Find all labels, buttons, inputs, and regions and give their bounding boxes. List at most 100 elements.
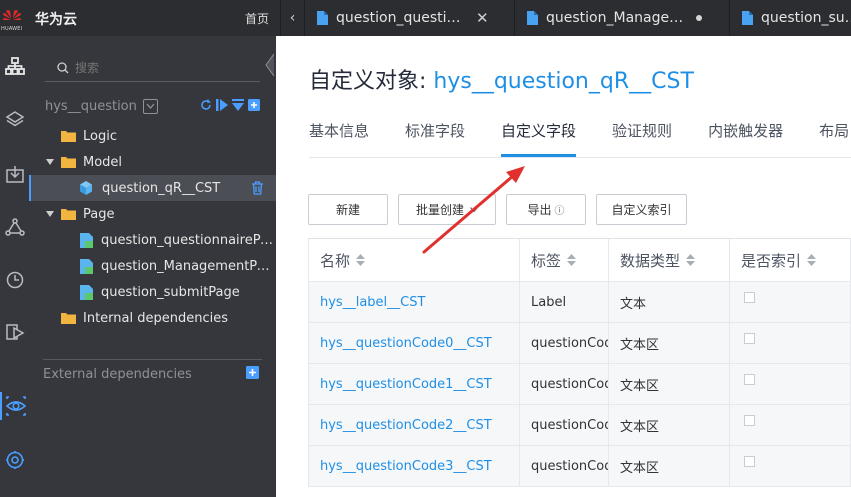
field-name-link[interactable]: hys__questionCode2__CST — [320, 418, 492, 433]
run-icon[interactable] — [216, 99, 228, 111]
tree-item-label: question_questionnairePage — [101, 232, 275, 248]
title-prefix: 自定义对象: — [309, 69, 434, 94]
field-label: questionCode3 — [531, 458, 608, 474]
column-header-label[interactable]: 标签 — [520, 239, 609, 281]
external-dependencies-label: External dependencies — [43, 367, 192, 382]
table-row[interactable]: hys__questionCode0__CST questionCode0 文本… — [308, 323, 851, 364]
field-name-link[interactable]: hys__questionCode1__CST — [320, 377, 492, 392]
button-label: 新建 — [335, 203, 360, 217]
chevron-down-icon[interactable] — [142, 98, 158, 114]
page-title: 自定义对象: hys__question_qR__CST — [309, 63, 694, 95]
filter-icon[interactable] — [232, 99, 244, 111]
project-tools — [200, 99, 260, 111]
close-icon[interactable]: ✕ — [476, 9, 489, 27]
indexed-checkbox[interactable] — [744, 414, 755, 426]
settings-icon[interactable] — [0, 446, 29, 474]
brand[interactable]: HUAWEI 华为云 — [0, 0, 276, 36]
tab-standard-fields[interactable]: 标准字段 — [405, 120, 465, 156]
history-icon[interactable] — [0, 266, 29, 294]
network-icon[interactable] — [0, 214, 29, 242]
preview-icon[interactable] — [0, 392, 29, 420]
tree-item-question-qr-cst[interactable]: question_qR__CST — [29, 175, 276, 201]
indexed-checkbox[interactable] — [744, 373, 755, 385]
field-name-link[interactable]: hys__questionCode3__CST — [320, 459, 492, 474]
tree-item-label: Page — [83, 206, 115, 222]
field-name-link[interactable]: hys__label__CST — [320, 295, 425, 310]
object-tabs: 基本信息 标准字段 自定义字段 验证规则 内嵌触发器 布局 — [309, 120, 851, 158]
indexed-checkbox[interactable] — [744, 455, 755, 467]
tree-item-logic[interactable]: Logic — [29, 123, 276, 149]
tab-label: question_questionnairePage — [336, 10, 464, 26]
button-label: 导出 — [527, 203, 552, 217]
table-row[interactable]: hys__questionCode1__CST questionCode1 文本… — [308, 364, 851, 405]
folder-open-icon — [61, 209, 76, 220]
tab-scroll-left-button[interactable]: ‹ — [280, 0, 304, 36]
project-selector[interactable]: hys__question — [45, 96, 260, 116]
tab-basic-info[interactable]: 基本信息 — [309, 120, 369, 156]
tree-item-model[interactable]: Model — [29, 149, 276, 175]
caret-down-icon[interactable] — [45, 157, 55, 167]
editor-tab-management[interactable]: question_ManagementPage — [514, 0, 729, 36]
new-field-button[interactable]: 新建 — [308, 194, 388, 225]
layers-icon[interactable] — [0, 106, 29, 134]
custom-index-button[interactable]: 自定义索引 — [596, 194, 687, 225]
field-label: Label — [531, 294, 567, 310]
column-header-type[interactable]: 数据类型 — [609, 239, 730, 281]
tab-label: question_ManagementPage — [546, 10, 684, 26]
add-icon[interactable] — [248, 99, 260, 111]
structure-icon[interactable] — [0, 52, 29, 80]
field-type: 文本区 — [620, 378, 660, 394]
trash-icon[interactable] — [251, 181, 264, 195]
download-icon[interactable] — [0, 160, 29, 188]
file-icon — [317, 11, 328, 25]
tree-item-management-page[interactable]: question_ManagementPage — [29, 253, 276, 279]
search-box[interactable] — [45, 54, 260, 82]
table-row[interactable]: hys__questionCode2__CST questionCode2 文本… — [308, 405, 851, 446]
tree-item-submit-page[interactable]: question_submitPage — [29, 279, 276, 305]
field-type: 文本区 — [620, 460, 660, 476]
tree-item-internal-dependencies[interactable]: Internal dependencies — [29, 305, 276, 331]
tab-custom-fields[interactable]: 自定义字段 — [501, 120, 577, 157]
object-cube-icon — [80, 181, 92, 195]
sort-icon[interactable] — [356, 254, 366, 266]
indexed-checkbox[interactable] — [744, 332, 755, 344]
indexed-checkbox[interactable] — [744, 291, 755, 303]
tree-item-label: Internal dependencies — [83, 310, 228, 326]
table-row[interactable]: hys__questionCode3__CST questionCode3 文本… — [308, 446, 851, 487]
search-input[interactable] — [75, 60, 245, 75]
sort-icon[interactable] — [686, 254, 696, 266]
tab-validation-rules[interactable]: 验证规则 — [612, 120, 672, 156]
main-panel: 自定义对象: hys__question_qR__CST 基本信息 标准字段 自… — [276, 36, 851, 497]
table-row[interactable]: hys__label__CST Label 文本 — [308, 282, 851, 323]
brand-name: 华为云 — [35, 12, 77, 28]
play-icon[interactable] — [0, 318, 29, 346]
refresh-icon[interactable] — [200, 99, 212, 111]
explorer-sidebar: hys__question Logic Model question_qR__C… — [29, 36, 276, 497]
home-link[interactable]: 首页 — [245, 10, 269, 27]
caret-down-icon[interactable] — [45, 209, 55, 219]
activity-bar — [0, 36, 29, 497]
export-button[interactable]: 导出 ⓘ — [506, 194, 586, 225]
tree-item-page[interactable]: Page — [29, 201, 276, 227]
button-label: 批量创建 — [415, 203, 464, 217]
page-icon — [80, 258, 93, 274]
field-name-link[interactable]: hys__questionCode0__CST — [320, 336, 492, 351]
folder-open-icon — [61, 157, 76, 168]
collapse-sidebar-icon[interactable] — [265, 54, 275, 76]
sort-icon[interactable] — [807, 254, 817, 266]
tree-item-label: Logic — [83, 128, 117, 144]
column-header-name[interactable]: 名称 — [308, 239, 520, 281]
tree-item-questionnaire-page[interactable]: question_questionnairePage — [29, 227, 276, 253]
search-icon — [57, 61, 69, 73]
tabs-divider — [309, 157, 851, 158]
column-header-indexed[interactable]: 是否索引 — [730, 239, 851, 281]
sort-icon[interactable] — [567, 254, 577, 266]
editor-tab-submit[interactable]: question_submitPage — [729, 0, 851, 36]
field-type: 文本 — [620, 296, 647, 312]
tab-embedded-triggers[interactable]: 内嵌触发器 — [708, 120, 783, 156]
header-label: 标签 — [531, 251, 562, 270]
batch-create-button[interactable]: 批量创建 — [398, 194, 496, 225]
add-icon[interactable] — [246, 366, 259, 379]
editor-tab-questionnaire[interactable]: question_questionnairePage ✕ — [304, 0, 514, 36]
tab-layout[interactable]: 布局 — [819, 120, 849, 156]
